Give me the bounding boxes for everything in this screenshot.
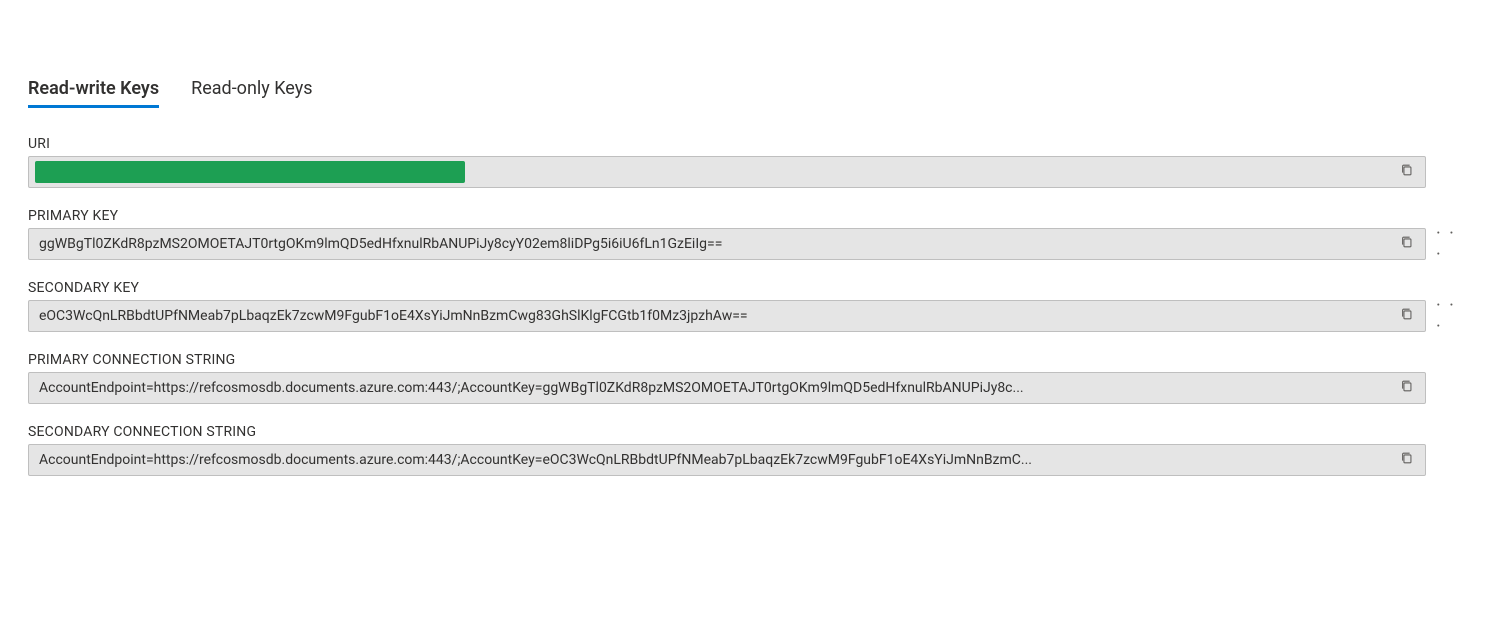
more-icon: · · · xyxy=(1436,223,1464,265)
copy-icon xyxy=(1400,451,1414,469)
primary-conn-input-wrap xyxy=(28,372,1426,404)
secondary-key-more-button[interactable]: · · · xyxy=(1436,302,1464,330)
primary-conn-label: PRIMARY CONNECTION STRING xyxy=(28,352,1464,368)
primary-key-more-button[interactable]: · · · xyxy=(1436,230,1464,258)
primary-key-input-wrap xyxy=(28,228,1426,260)
primary-conn-field-group: PRIMARY CONNECTION STRING xyxy=(28,352,1464,404)
copy-icon xyxy=(1400,379,1414,397)
copy-icon xyxy=(1400,235,1414,253)
primary-key-input[interactable] xyxy=(39,236,1391,252)
uri-field-group: URI xyxy=(28,136,1464,188)
copy-primary-key-button[interactable] xyxy=(1397,234,1417,254)
secondary-key-input[interactable] xyxy=(39,308,1391,324)
primary-conn-input[interactable] xyxy=(39,380,1391,396)
primary-key-field-group: PRIMARY KEY · · · xyxy=(28,208,1464,260)
more-icon: · · · xyxy=(1436,295,1464,337)
uri-redaction xyxy=(35,161,465,183)
copy-icon xyxy=(1400,163,1414,181)
uri-label: URI xyxy=(28,136,1464,152)
secondary-key-label: SECONDARY KEY xyxy=(28,280,1464,296)
copy-secondary-key-button[interactable] xyxy=(1397,306,1417,326)
secondary-conn-input-wrap xyxy=(28,444,1426,476)
copy-icon xyxy=(1400,307,1414,325)
copy-secondary-conn-button[interactable] xyxy=(1397,450,1417,470)
primary-key-label: PRIMARY KEY xyxy=(28,208,1464,224)
keys-tabs: Read-write Keys Read-only Keys xyxy=(28,78,1464,108)
secondary-key-field-group: SECONDARY KEY · · · xyxy=(28,280,1464,332)
tab-read-write-keys[interactable]: Read-write Keys xyxy=(28,78,159,108)
secondary-conn-input[interactable] xyxy=(39,452,1391,468)
tab-read-only-keys[interactable]: Read-only Keys xyxy=(191,78,312,108)
uri-input-wrap xyxy=(28,156,1426,188)
copy-primary-conn-button[interactable] xyxy=(1397,378,1417,398)
copy-uri-button[interactable] xyxy=(1397,162,1417,182)
secondary-conn-label: SECONDARY CONNECTION STRING xyxy=(28,424,1464,440)
secondary-key-input-wrap xyxy=(28,300,1426,332)
secondary-conn-field-group: SECONDARY CONNECTION STRING xyxy=(28,424,1464,476)
